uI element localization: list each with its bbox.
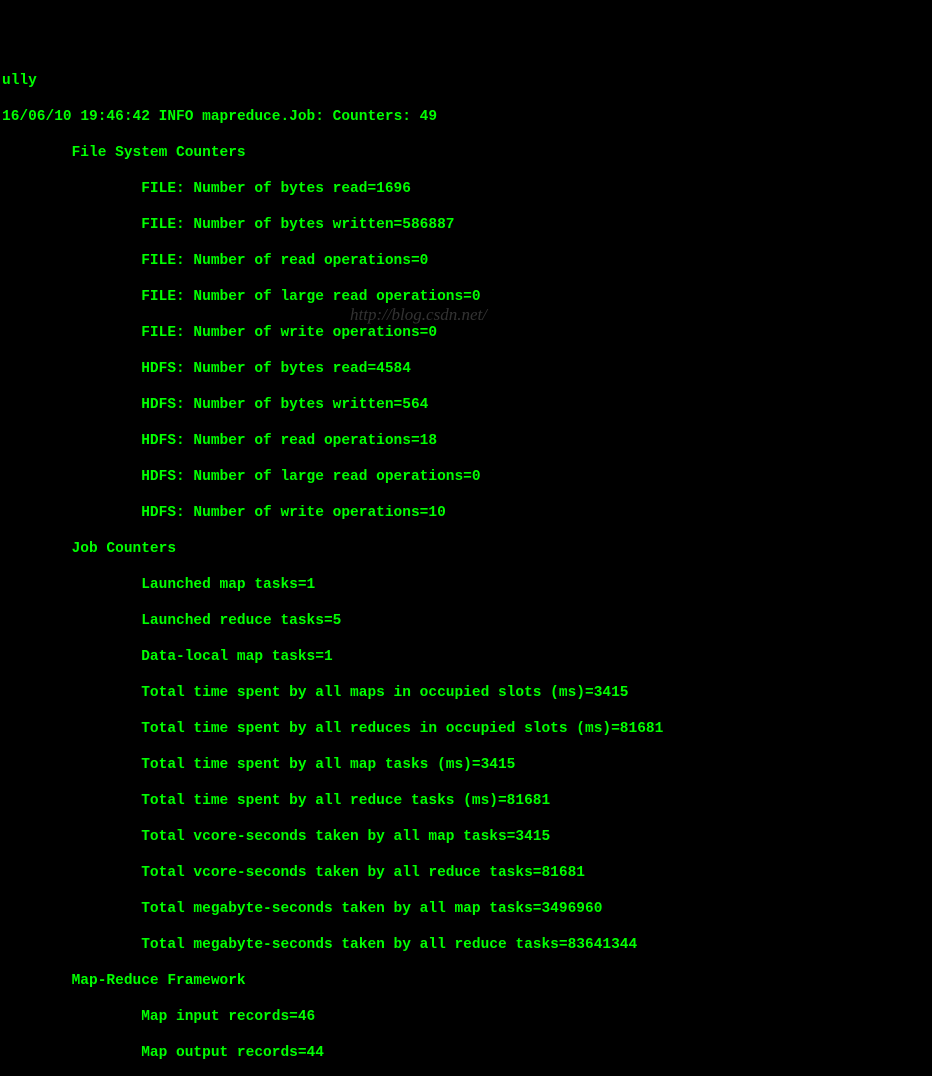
section-title-job: Job Counters: [2, 540, 932, 558]
counter-line: HDFS: Number of read operations=18: [2, 432, 932, 450]
counter-line: Data-local map tasks=1: [2, 648, 932, 666]
section-title-mr: Map-Reduce Framework: [2, 972, 932, 990]
counter-line: Total megabyte-seconds taken by all redu…: [2, 936, 932, 954]
counter-line: Total vcore-seconds taken by all reduce …: [2, 864, 932, 882]
log-header-line: 16/06/10 19:46:42 INFO mapreduce.Job: Co…: [2, 108, 932, 126]
counter-line: Total time spent by all reduces in occup…: [2, 720, 932, 738]
counter-line: Map output records=44: [2, 1044, 932, 1062]
watermark-text: http://blog.csdn.net/: [350, 306, 487, 324]
log-fragment-line: ully: [2, 72, 932, 90]
counter-line: Map input records=46: [2, 1008, 932, 1026]
counter-line: FILE: Number of bytes written=586887: [2, 216, 932, 234]
counter-line: Launched reduce tasks=5: [2, 612, 932, 630]
counter-line: FILE: Number of write operations=0: [2, 324, 932, 342]
counter-line: HDFS: Number of bytes written=564: [2, 396, 932, 414]
section-title-fs: File System Counters: [2, 144, 932, 162]
counter-line: Total time spent by all maps in occupied…: [2, 684, 932, 702]
counter-line: HDFS: Number of large read operations=0: [2, 468, 932, 486]
counter-line: Launched map tasks=1: [2, 576, 932, 594]
counter-line: Total vcore-seconds taken by all map tas…: [2, 828, 932, 846]
counter-line: HDFS: Number of bytes read=4584: [2, 360, 932, 378]
counter-line: FILE: Number of bytes read=1696: [2, 180, 932, 198]
counter-line: HDFS: Number of write operations=10: [2, 504, 932, 522]
counter-line: FILE: Number of read operations=0: [2, 252, 932, 270]
counter-line: FILE: Number of large read operations=0: [2, 288, 932, 306]
counter-line: Total megabyte-seconds taken by all map …: [2, 900, 932, 918]
counter-line: Total time spent by all map tasks (ms)=3…: [2, 756, 932, 774]
counter-line: Total time spent by all reduce tasks (ms…: [2, 792, 932, 810]
